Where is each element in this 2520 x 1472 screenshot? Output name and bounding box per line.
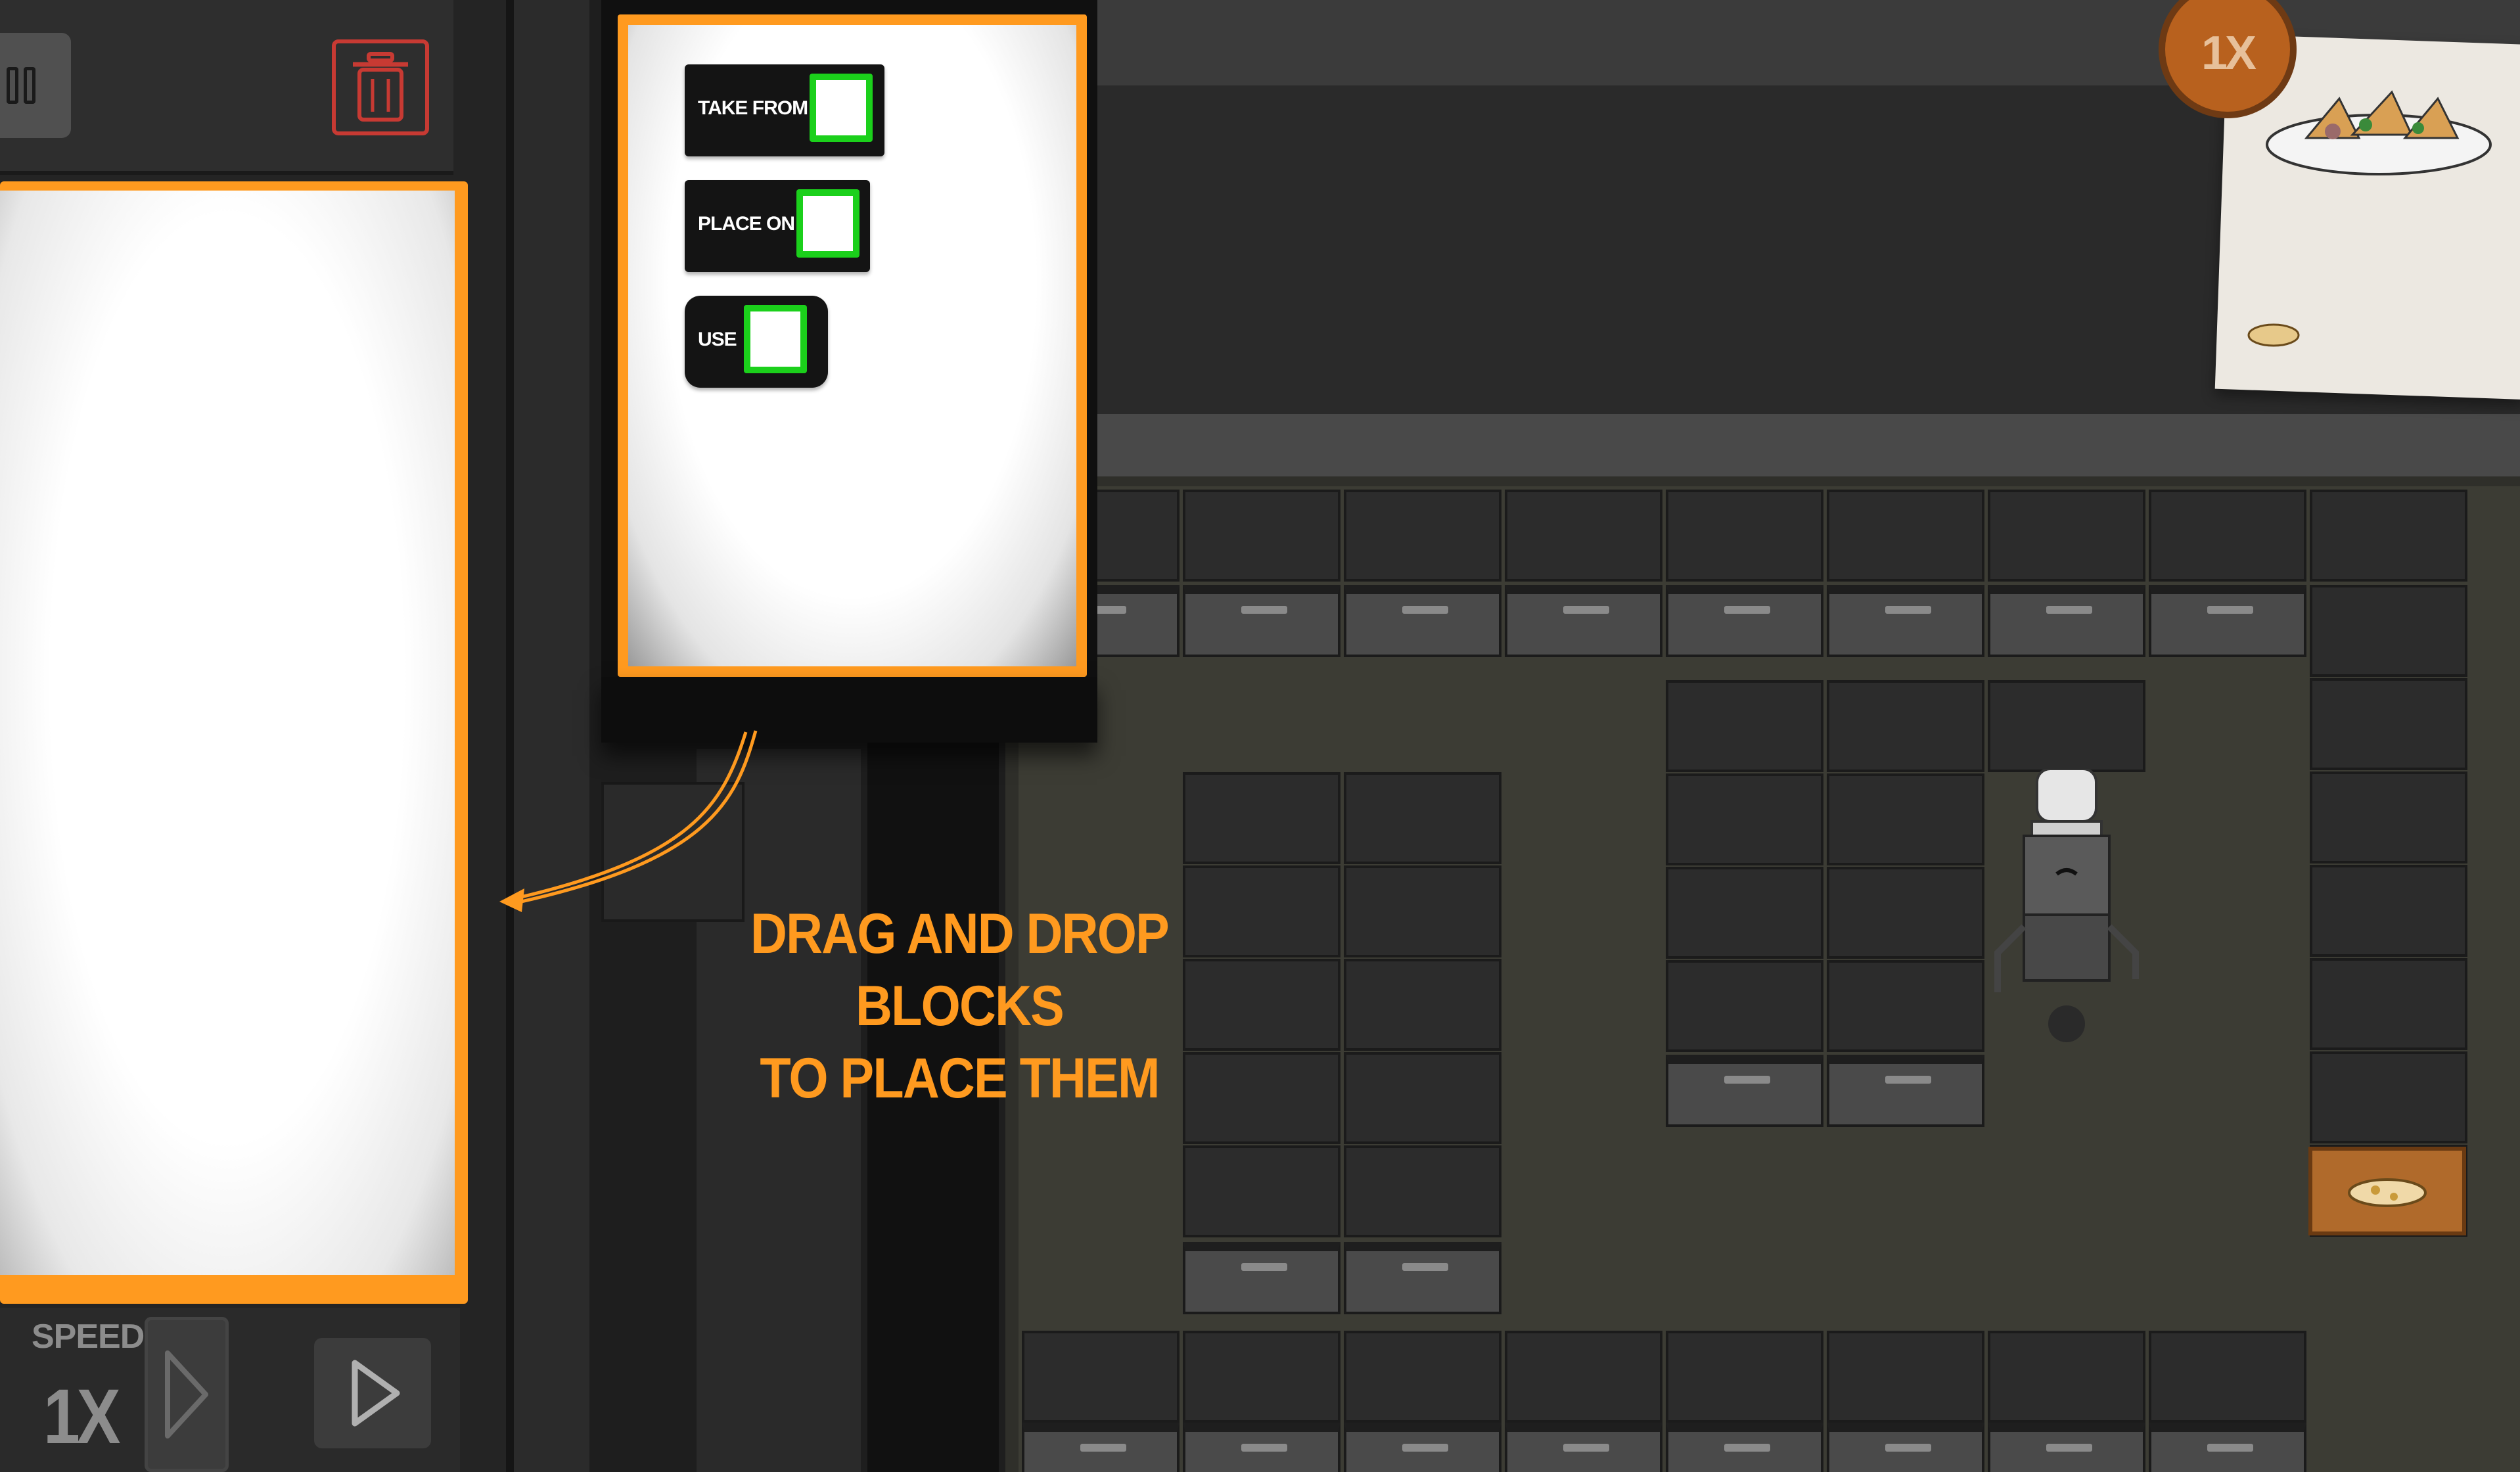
block-slot[interactable] [796,189,859,258]
counter-drawer [1183,585,1340,657]
editor-toolbar [0,0,453,175]
program-canvas[interactable] [0,191,455,1275]
counter-drawer [1666,585,1823,657]
tutorial-hint-line1: DRAG AND DROP BLOCKS [750,902,1170,1038]
counter-tile [1666,773,1823,865]
tutorial-hint: DRAG AND DROP BLOCKS TO PLACE THEM [711,898,1208,1115]
counter-tile [1183,490,1340,582]
counter-drawer [1666,1055,1823,1127]
trash-icon [353,52,408,122]
counter-tile [1988,1331,2145,1423]
block-label: TAKE FROM [698,97,808,119]
play-button[interactable] [314,1338,431,1448]
counter-tile [1666,680,1823,772]
counter-drawer [1344,585,1501,657]
block-label: PLACE ON [698,213,795,235]
counter-tile [1827,680,1984,772]
order-quantity: 1X [2201,27,2257,80]
speed-value[interactable]: 1X [43,1372,121,1461]
counter-tile [1827,960,1984,1052]
use-block[interactable]: USE [685,296,828,388]
block-slot[interactable] [810,74,873,142]
counter-tile [1666,1331,1823,1423]
counter-tile [2310,865,2467,957]
ingredient-crate[interactable] [2308,1147,2466,1235]
counter-tile [1666,867,1823,959]
step-icon [165,1350,208,1438]
counter-tile [1022,1331,1180,1423]
counter-drawer [1666,1423,1823,1472]
counter-tile [2149,1331,2306,1423]
counter-tile [1827,773,1984,865]
counter-tile [1666,490,1823,582]
counter-drawer [2149,585,2306,657]
counter-drawer [1183,1423,1340,1472]
counter-tile [1183,1331,1340,1423]
counter-drawer [1988,1423,2145,1472]
counter-drawer [1183,1242,1340,1314]
counter-drawer [1344,1423,1501,1472]
counter-tile [1344,959,1501,1051]
kitchen-wall-ledge [1097,414,2520,476]
counter-tile [1827,867,1984,959]
nachos-icon [2266,90,2492,175]
counter-tile [1988,680,2145,772]
counter-tile [1183,772,1340,864]
tutorial-hint-line2: TO PLACE THEM [760,1047,1160,1110]
counter-tile [1988,490,2145,582]
place-on-block[interactable]: PLACE ON [685,180,870,272]
chips-icon [2348,1178,2427,1207]
counter-drawer [2149,1423,2306,1472]
counter-tile [1666,960,1823,1052]
counter-drawer [1827,585,1984,657]
counter-drawer [1827,1423,1984,1472]
counter-drawer [1505,585,1662,657]
counter-tile [1827,490,1984,582]
counter-tile [2310,678,2467,770]
counter-tile [1344,1145,1501,1237]
counter-drawer [1505,1423,1662,1472]
counter-tile [2310,771,2467,863]
block-palette: TAKE FROM PLACE ON USE [618,14,1087,677]
counter-tile [1344,490,1501,582]
block-slot[interactable] [744,305,807,373]
program-drop-area[interactable] [0,181,468,1304]
counter-tile [1505,490,1662,582]
counter-tile [1344,1052,1501,1144]
counter-tile [2310,958,2467,1050]
step-button[interactable] [145,1317,229,1472]
counter-tile [1344,772,1501,864]
counter-drawer [1344,1242,1501,1314]
counter-tile [1344,1331,1501,1423]
trash-button[interactable] [332,39,429,135]
take-from-block[interactable]: TAKE FROM [685,64,884,156]
counter-drawer [1988,585,2145,657]
chips-icon [2247,323,2300,347]
speed-label: SPEED: [32,1318,156,1356]
pause-button[interactable] [0,33,71,138]
counter-tile [1827,1331,1984,1423]
counter-drawer [1022,1423,1180,1472]
counter-tile [2310,490,2467,582]
pause-icon [7,67,18,104]
game-stage: 1X SPEED: 1X TAKE FROM PLACE ON USE DRAG… [0,0,2520,1472]
counter-tile [2310,585,2467,677]
counter-tile [1344,865,1501,957]
play-icon [352,1360,400,1427]
counter-tile [2149,490,2306,582]
counter-drawer [1827,1055,1984,1127]
counter-tile [1183,1145,1340,1237]
robot-chef-character [1994,769,2139,1042]
block-palette-canvas: TAKE FROM PLACE ON USE [628,25,1076,666]
counter-tile [2310,1051,2467,1143]
counter-tile [1505,1331,1662,1423]
block-label: USE [698,329,737,350]
